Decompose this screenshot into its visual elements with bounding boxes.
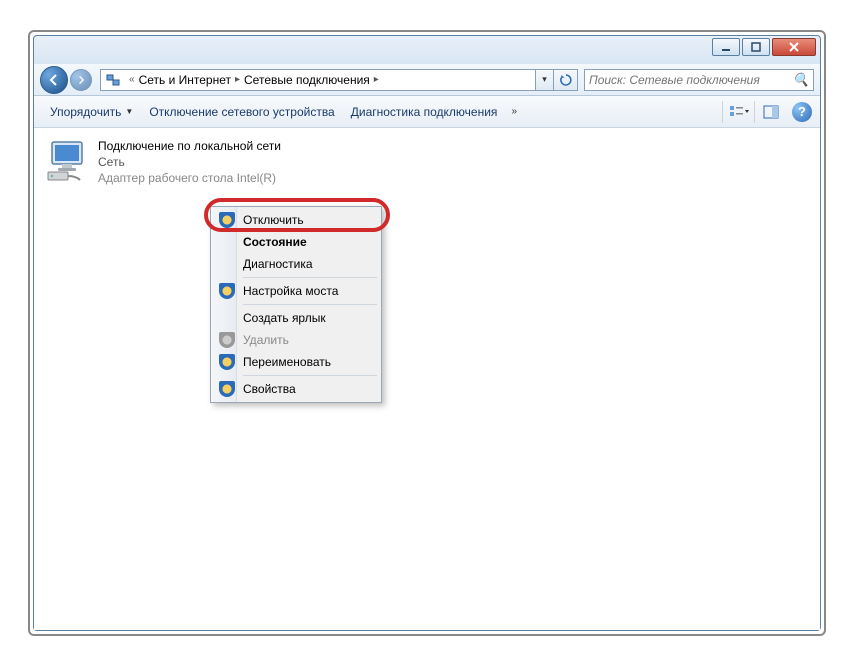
menu-delete: Удалить	[213, 329, 379, 351]
explorer-window: « Сеть и Интернет ▸ Сетевые подключения …	[33, 35, 821, 631]
menu-properties[interactable]: Свойства	[213, 378, 379, 400]
network-icon	[105, 72, 121, 88]
address-bar[interactable]: « Сеть и Интернет ▸ Сетевые подключения …	[100, 69, 536, 91]
lan-connection-icon	[44, 138, 92, 186]
menu-separator	[243, 277, 377, 278]
back-button[interactable]	[40, 66, 68, 94]
titlebar	[34, 36, 820, 64]
forward-button[interactable]	[70, 69, 92, 91]
connection-name: Подключение по локальной сети	[98, 138, 281, 154]
view-options-button[interactable]	[722, 101, 754, 123]
help-button[interactable]: ?	[792, 102, 812, 122]
shield-icon	[219, 212, 235, 228]
context-menu: Отключить Состояние Диагностика Настройк…	[210, 206, 382, 403]
navigation-bar: « Сеть и Интернет ▸ Сетевые подключения …	[34, 64, 820, 96]
menu-rename-label: Переименовать	[243, 355, 331, 369]
toolbar-overflow-icon[interactable]: »	[505, 106, 523, 117]
menu-delete-label: Удалить	[243, 333, 289, 347]
menu-status[interactable]: Состояние	[213, 231, 379, 253]
search-input[interactable]	[589, 73, 793, 87]
breadcrumb-separator-icon: ▸	[231, 74, 244, 85]
shield-icon	[219, 332, 235, 348]
menu-disable[interactable]: Отключить	[213, 209, 379, 231]
menu-create-shortcut[interactable]: Создать ярлык	[213, 307, 379, 329]
breadcrumb-back-icon: «	[125, 74, 139, 85]
organize-label: Упорядочить	[50, 105, 121, 119]
diagnose-connection-button[interactable]: Диагностика подключения	[343, 101, 506, 123]
shield-icon	[219, 283, 235, 299]
address-bar-container: « Сеть и Интернет ▸ Сетевые подключения …	[100, 69, 578, 91]
menu-rename[interactable]: Переименовать	[213, 351, 379, 373]
chevron-down-icon: ▼	[125, 107, 133, 116]
breadcrumb-part2[interactable]: Сетевые подключения	[244, 73, 370, 87]
outer-annotation-frame: « Сеть и Интернет ▸ Сетевые подключения …	[28, 30, 826, 636]
disable-device-button[interactable]: Отключение сетевого устройства	[141, 101, 342, 123]
content-area: Подключение по локальной сети Сеть Адапт…	[34, 128, 820, 630]
shield-icon	[219, 354, 235, 370]
breadcrumb-separator-icon: ▸	[370, 74, 383, 85]
connection-text: Подключение по локальной сети Сеть Адапт…	[98, 138, 281, 187]
preview-pane-button[interactable]	[754, 101, 786, 123]
menu-bridge[interactable]: Настройка моста	[213, 280, 379, 302]
menu-properties-label: Свойства	[243, 382, 296, 396]
menu-separator	[243, 375, 377, 376]
menu-disable-label: Отключить	[243, 213, 304, 227]
maximize-button[interactable]	[742, 38, 770, 56]
minimize-button[interactable]	[712, 38, 740, 56]
address-dropdown[interactable]: ▾	[536, 69, 554, 91]
organize-menu[interactable]: Упорядочить ▼	[42, 101, 141, 123]
search-box[interactable]: 🔍	[584, 69, 814, 91]
menu-separator	[243, 304, 377, 305]
menu-bridge-label: Настройка моста	[243, 284, 338, 298]
menu-diagnostics[interactable]: Диагностика	[213, 253, 379, 275]
search-icon: 🔍	[793, 72, 809, 88]
command-toolbar: Упорядочить ▼ Отключение сетевого устройс…	[34, 96, 820, 128]
connection-network: Сеть	[98, 154, 281, 170]
close-button[interactable]	[772, 38, 816, 56]
shield-icon	[219, 381, 235, 397]
breadcrumb-part1[interactable]: Сеть и Интернет	[139, 73, 231, 87]
refresh-button[interactable]	[554, 69, 578, 91]
network-connection-item[interactable]: Подключение по локальной сети Сеть Адапт…	[42, 136, 302, 189]
connection-adapter: Адаптер рабочего стола Intel(R)	[98, 170, 281, 186]
